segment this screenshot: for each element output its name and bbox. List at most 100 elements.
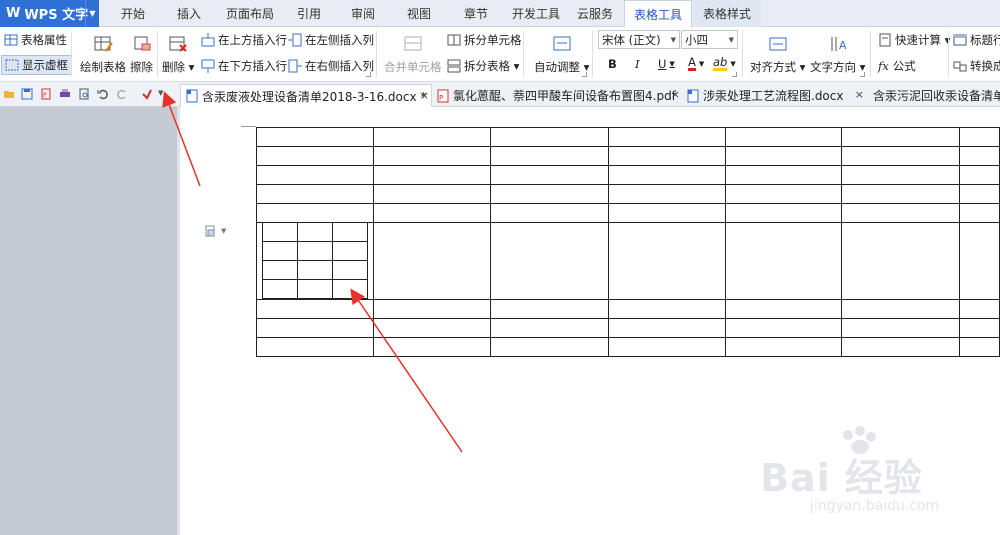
font-dialog-launcher[interactable] — [732, 72, 737, 77]
insert-column-right-button[interactable]: 在右侧插入列 — [288, 58, 374, 74]
table-cell[interactable] — [262, 222, 298, 242]
table-cell[interactable] — [959, 127, 1000, 147]
split-cells-button[interactable]: 拆分单元格 — [447, 32, 522, 48]
tab-insert[interactable]: 插入 — [168, 0, 210, 27]
table-cell[interactable] — [841, 299, 961, 319]
save-icon[interactable] — [21, 88, 33, 100]
table-cell[interactable] — [332, 279, 368, 299]
table-cell[interactable] — [724, 299, 843, 319]
show-gridlines-button[interactable]: 显示虚框 — [1, 55, 72, 75]
autofit-button[interactable]: 自动调整 ▾ — [534, 33, 589, 75]
table-cell[interactable] — [841, 203, 961, 223]
table-cell[interactable] — [297, 241, 333, 261]
italic-button[interactable]: I — [635, 57, 640, 71]
table-cell[interactable] — [841, 127, 961, 147]
font-name-select[interactable]: 宋体 (正文) ▼ — [598, 30, 680, 49]
table-cell[interactable] — [841, 318, 961, 338]
table-cell[interactable] — [607, 337, 726, 357]
table-cell[interactable] — [262, 260, 298, 280]
paste-options-icon[interactable] — [204, 225, 216, 237]
table-cell[interactable] — [841, 165, 961, 185]
table-cell[interactable] — [724, 222, 843, 300]
table-cell[interactable] — [841, 146, 961, 166]
merge-cells-button[interactable]: 合并单元格 — [384, 33, 442, 75]
tab-cloud[interactable]: 云服务 — [572, 0, 618, 27]
table-cell[interactable] — [489, 127, 609, 147]
insert-row-below-button[interactable]: 在下方插入行 — [201, 58, 287, 74]
table-cell[interactable] — [607, 146, 726, 166]
table-cell[interactable] — [959, 146, 1000, 166]
table-cell[interactable] — [959, 165, 1000, 185]
doc-tab[interactable]: 含汞污泥回收汞设备清单 — [866, 84, 1000, 107]
undo-icon[interactable] — [97, 88, 109, 100]
table-cell[interactable] — [372, 337, 491, 357]
table-cell[interactable] — [256, 184, 374, 204]
table-cell[interactable] — [489, 203, 609, 223]
table-cell[interactable] — [297, 222, 333, 242]
table-cell[interactable] — [607, 318, 726, 338]
table-cell[interactable] — [724, 127, 843, 147]
table-cell[interactable] — [256, 127, 374, 147]
table-cell[interactable] — [372, 184, 491, 204]
doc-tab-active[interactable]: 含汞废液处理设备清单2018-3-16.docx * × — [180, 84, 432, 107]
tab-table-style[interactable]: 表格样式 — [693, 0, 761, 27]
underline-button[interactable]: U ▼ — [658, 57, 675, 71]
table-cell[interactable] — [489, 222, 609, 300]
redo-icon[interactable] — [116, 88, 128, 100]
close-icon[interactable]: × — [671, 88, 680, 101]
bold-button[interactable]: B — [608, 57, 617, 71]
tab-review[interactable]: 审阅 — [342, 0, 384, 27]
print-preview-icon[interactable] — [78, 88, 90, 100]
table-cell[interactable] — [262, 241, 298, 261]
table-cell[interactable] — [959, 184, 1000, 204]
table-cell[interactable] — [372, 299, 491, 319]
tab-page-layout[interactable]: 页面布局 — [220, 0, 280, 27]
close-icon[interactable]: × — [855, 88, 864, 101]
table-cell[interactable] — [959, 299, 1000, 319]
doc-tab[interactable]: 涉汞处理工艺流程图.docx × — [682, 84, 866, 107]
table-cell[interactable] — [607, 222, 726, 300]
table-cell[interactable] — [297, 260, 333, 280]
tab-references[interactable]: 引用 — [288, 0, 330, 27]
table-cell[interactable] — [332, 260, 368, 280]
table-cell[interactable] — [959, 337, 1000, 357]
insert-row-above-button[interactable]: 在上方插入行 — [201, 32, 287, 48]
table-cell[interactable] — [959, 318, 1000, 338]
table-cell[interactable] — [256, 146, 374, 166]
table-cell[interactable] — [262, 279, 298, 299]
tab-chapter[interactable]: 章节 — [455, 0, 497, 27]
nested-table[interactable] — [262, 222, 368, 299]
table-cell[interactable] — [607, 184, 726, 204]
table-cell[interactable] — [489, 318, 609, 338]
table-cell[interactable] — [724, 165, 843, 185]
app-menu-button[interactable]: W WPS 文字 ▼ — [0, 0, 99, 27]
quick-calc-button[interactable]: 快速计算 ▾ — [878, 32, 950, 48]
font-size-select[interactable]: 小四 ▼ — [681, 30, 738, 49]
table-properties-button[interactable]: 表格属性 — [4, 32, 67, 48]
highlight-button[interactable]: ab ▼ — [713, 56, 736, 71]
table-cell[interactable] — [959, 222, 1000, 300]
table-cell[interactable] — [489, 299, 609, 319]
table-cell[interactable] — [332, 222, 368, 242]
table-cell[interactable] — [256, 299, 374, 319]
table-cell[interactable] — [959, 203, 1000, 223]
table-cell[interactable] — [841, 222, 961, 300]
align-dialog-launcher[interactable] — [860, 72, 865, 77]
print-icon[interactable] — [59, 88, 71, 100]
table-cell[interactable] — [372, 146, 491, 166]
table-cell[interactable] — [607, 165, 726, 185]
chevron-down-icon[interactable]: ▼ — [221, 227, 226, 235]
open-folder-icon[interactable] — [3, 88, 15, 100]
chevron-down-icon[interactable]: ▼ — [158, 89, 163, 97]
tab-home[interactable]: 开始 — [112, 0, 154, 27]
table-cell[interactable] — [256, 318, 374, 338]
table-cell[interactable] — [372, 203, 491, 223]
font-color-button[interactable]: A ▼ — [688, 56, 704, 71]
text-direction-button[interactable]: A 文字方向 ▾ — [810, 33, 865, 75]
title-row-repeat-button[interactable]: 标题行 — [953, 32, 1000, 48]
doc-tab[interactable]: P 氯化蒽醌、萘四甲酸车间设备布置图4.pdf × — [432, 84, 682, 107]
table-cell[interactable] — [724, 203, 843, 223]
close-icon[interactable]: × — [420, 89, 429, 102]
table-cell[interactable] — [724, 318, 843, 338]
table-cell[interactable] — [607, 127, 726, 147]
